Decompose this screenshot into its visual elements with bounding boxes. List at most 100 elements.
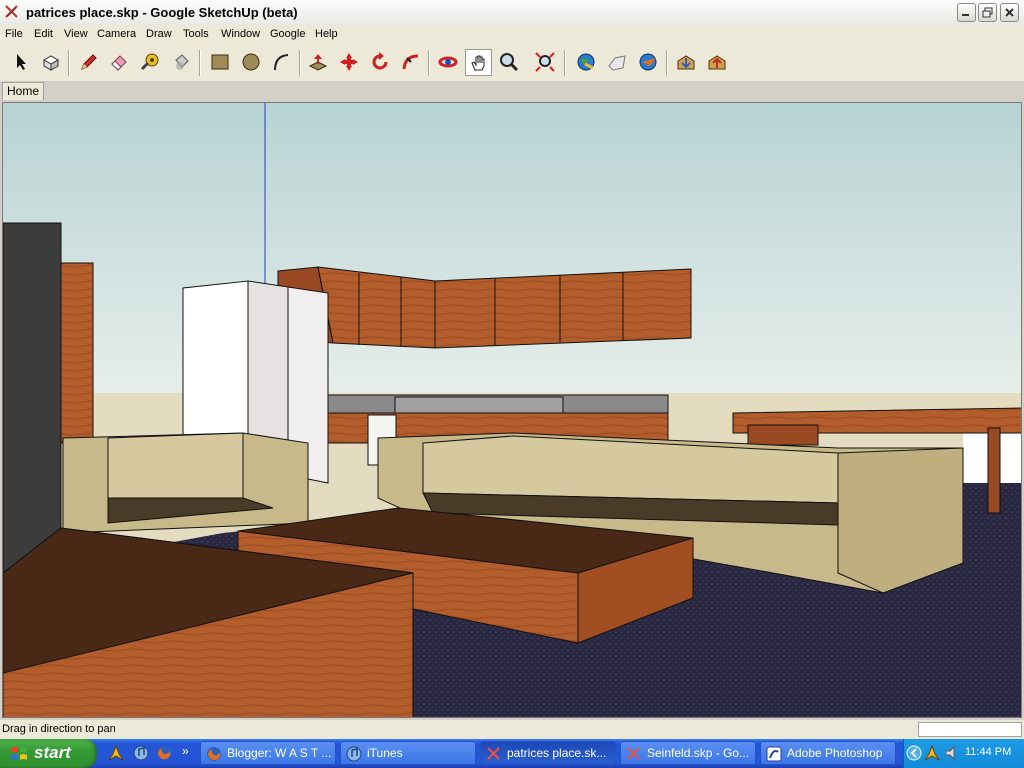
arrow-cursor-icon: [17, 54, 26, 70]
menu-view[interactable]: View: [64, 28, 88, 40]
menu-bar: File Edit View Camera Draw Tools Window …: [0, 25, 1024, 45]
get-models-button[interactable]: [673, 49, 700, 76]
paint-bucket-icon: [175, 54, 189, 70]
scene-tab-home[interactable]: Home: [2, 82, 44, 100]
toolbar-separator: [199, 50, 201, 76]
paint-bucket-button[interactable]: [168, 49, 195, 76]
orbit-icon: [438, 56, 458, 68]
toolbar-separator: [299, 50, 301, 76]
task-photoshop[interactable]: Adobe Photoshop: [760, 741, 896, 765]
follow-me-icon: [402, 54, 419, 70]
main-toolbar: [0, 45, 1024, 82]
pencil-tool-button[interactable]: [76, 49, 103, 76]
get-current-view-button[interactable]: [573, 49, 600, 76]
scene-tab-bar: Home: [0, 81, 1024, 102]
task-seinfeld[interactable]: Seinfeld.skp - Go...: [620, 741, 756, 765]
tape-measure-button[interactable]: [137, 49, 164, 76]
menu-help[interactable]: Help: [315, 28, 338, 40]
task-itunes[interactable]: iTunes: [340, 741, 476, 765]
menu-draw[interactable]: Draw: [146, 28, 172, 40]
move-icon: [340, 53, 358, 71]
select-tool-button[interactable]: [8, 49, 35, 76]
menu-camera[interactable]: Camera: [97, 28, 136, 40]
rotate-tool-button[interactable]: [367, 49, 394, 76]
menu-google[interactable]: Google: [270, 28, 305, 40]
pencil-icon: [81, 54, 97, 70]
photoshop-icon: [766, 746, 782, 762]
zoom-extents-icon: [535, 52, 555, 72]
warehouse-get-icon: [677, 55, 695, 70]
sketchup-app-icon[interactable]: [4, 4, 20, 20]
title-bar: patrices place.skp - Google SketchUp (be…: [0, 0, 1024, 26]
earth-place-icon: [639, 53, 657, 71]
hand-icon: [471, 55, 485, 71]
menu-tools[interactable]: Tools: [183, 28, 209, 40]
orbit-tool-button[interactable]: [435, 49, 462, 76]
place-model-button[interactable]: [635, 49, 662, 76]
minimize-button[interactable]: [957, 3, 976, 22]
tray-collapse-icon[interactable]: [906, 745, 922, 761]
arc-tool-button[interactable]: [268, 49, 295, 76]
itunes-quicklaunch-icon[interactable]: [133, 745, 149, 761]
menu-edit[interactable]: Edit: [34, 28, 53, 40]
volume-tray-icon[interactable]: [944, 745, 960, 761]
sketchup-icon: [627, 747, 640, 760]
arc-icon: [274, 54, 289, 71]
pan-tool-button[interactable]: [465, 49, 492, 76]
push-pull-icon: [308, 54, 328, 71]
follow-me-button[interactable]: [398, 49, 425, 76]
magnifier-icon: [500, 53, 519, 72]
taskbar-clock[interactable]: 11:44 PM: [965, 746, 1011, 758]
firefox-icon: [207, 747, 221, 761]
aim-tray-icon[interactable]: [924, 745, 940, 761]
minimize-icon: [962, 14, 969, 16]
task-label: Seinfeld.skp - Go...: [647, 746, 750, 760]
zoom-tool-button[interactable]: [496, 49, 523, 76]
task-blogger[interactable]: Blogger: W A S T ...: [200, 741, 336, 765]
window-title: patrices place.skp - Google SketchUp (be…: [26, 5, 298, 20]
globe-icon: [577, 53, 595, 71]
rotate-icon: [372, 52, 388, 70]
toolbar-separator: [68, 50, 70, 76]
close-button[interactable]: [1000, 3, 1019, 22]
rectangle-tool-button[interactable]: [207, 49, 234, 76]
toolbar-separator: [428, 50, 430, 76]
toggle-terrain-button[interactable]: [604, 49, 631, 76]
start-label: start: [34, 743, 71, 762]
tape-measure-icon: [140, 53, 159, 71]
status-hint: Drag in direction to pan: [2, 723, 116, 735]
circle-icon: [242, 53, 260, 71]
task-label: Adobe Photoshop: [787, 746, 883, 760]
rectangle-icon: [211, 54, 229, 70]
menu-window[interactable]: Window: [221, 28, 260, 40]
circle-tool-button[interactable]: [238, 49, 265, 76]
move-tool-button[interactable]: [336, 49, 363, 76]
push-pull-button[interactable]: [305, 49, 332, 76]
windows-logo-icon: [11, 747, 27, 760]
restore-icon: [982, 7, 993, 18]
make-component-button[interactable]: [38, 49, 65, 76]
task-label: Blogger: W A S T ...: [227, 746, 332, 760]
restore-button[interactable]: [978, 3, 997, 22]
eraser-tool-button[interactable]: [106, 49, 133, 76]
toolbar-separator: [564, 50, 566, 76]
component-icon: [42, 55, 60, 71]
menu-file[interactable]: File: [5, 28, 23, 40]
itunes-icon: [346, 746, 362, 762]
zoom-extents-button[interactable]: [532, 49, 559, 76]
drawing-viewport[interactable]: [2, 102, 1022, 718]
3d-model-scene[interactable]: [3, 103, 1022, 718]
measurements-box[interactable]: [918, 722, 1022, 737]
quicklaunch-overflow-icon[interactable]: »: [182, 744, 189, 758]
sketchup-icon: [487, 747, 500, 760]
share-model-button[interactable]: [704, 49, 731, 76]
eraser-icon: [111, 55, 127, 71]
task-label: patrices place.sk...: [507, 746, 607, 760]
task-patrices-place[interactable]: patrices place.sk...: [480, 741, 616, 765]
firefox-quicklaunch-icon[interactable]: [156, 745, 172, 761]
toolbar-separator: [666, 50, 668, 76]
close-icon: [1005, 8, 1014, 17]
aim-quicklaunch-icon[interactable]: [108, 745, 124, 761]
warehouse-share-icon: [708, 55, 726, 70]
task-label: iTunes: [367, 746, 403, 760]
